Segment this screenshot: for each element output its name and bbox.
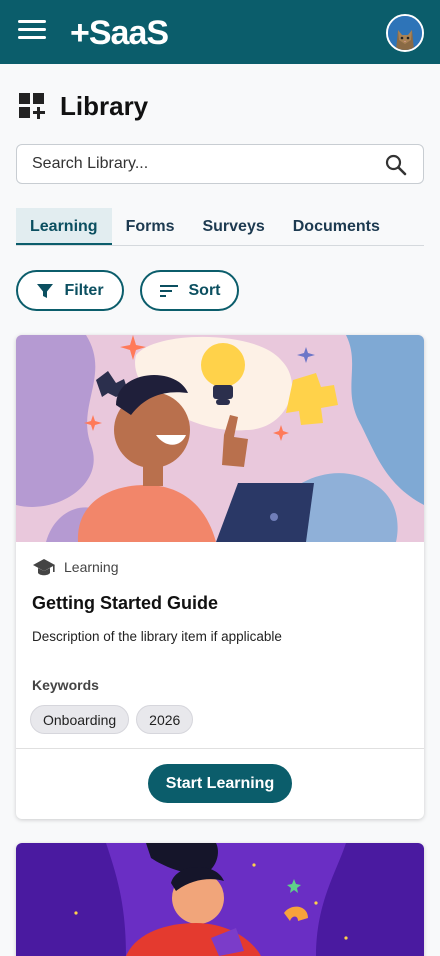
keywords-label: Keywords	[32, 677, 99, 693]
library-card	[16, 843, 424, 956]
search-box	[16, 144, 424, 184]
sort-lines-icon	[159, 284, 178, 297]
library-tabs: Learning Forms Surveys Documents	[16, 208, 424, 246]
avatar[interactable]	[386, 14, 424, 52]
learning-illustration	[16, 843, 424, 956]
top-app-bar: +SaaS	[0, 0, 440, 64]
tab-surveys[interactable]: Surveys	[188, 208, 278, 245]
library-card: Learning Getting Started Guide Descripti…	[16, 335, 424, 819]
filter-label: Filter	[64, 281, 104, 299]
tab-learning[interactable]: Learning	[16, 208, 112, 245]
card-category-label: Learning	[64, 559, 119, 575]
page-header: Library	[18, 88, 148, 124]
graduation-cap-icon	[33, 559, 55, 576]
funnel-icon	[37, 283, 54, 298]
card-title: Getting Started Guide	[32, 593, 219, 613]
tab-forms[interactable]: Forms	[112, 208, 189, 245]
keyword-tag: Onboarding	[30, 705, 130, 734]
tab-documents[interactable]: Documents	[279, 208, 394, 245]
search-input[interactable]	[17, 145, 357, 183]
sort-label: Sort	[188, 281, 221, 299]
search-icon[interactable]	[385, 154, 407, 176]
card-divider	[16, 748, 424, 749]
sort-button[interactable]: Sort	[140, 270, 239, 311]
grid-add-icon	[19, 93, 45, 119]
keyword-tag: 2026	[136, 705, 194, 734]
filter-button[interactable]: Filter	[16, 270, 124, 311]
hamburger-menu-icon[interactable]	[18, 20, 46, 44]
start-learning-button[interactable]: Start Learning	[148, 764, 292, 803]
keyword-tags: Onboarding 2026	[30, 705, 200, 734]
app-logo[interactable]: +SaaS	[70, 14, 169, 53]
learning-illustration	[16, 335, 424, 542]
card-description: Description of the library item if appli…	[32, 629, 282, 644]
page-title: Library	[60, 90, 149, 121]
card-category: Learning	[32, 557, 119, 577]
